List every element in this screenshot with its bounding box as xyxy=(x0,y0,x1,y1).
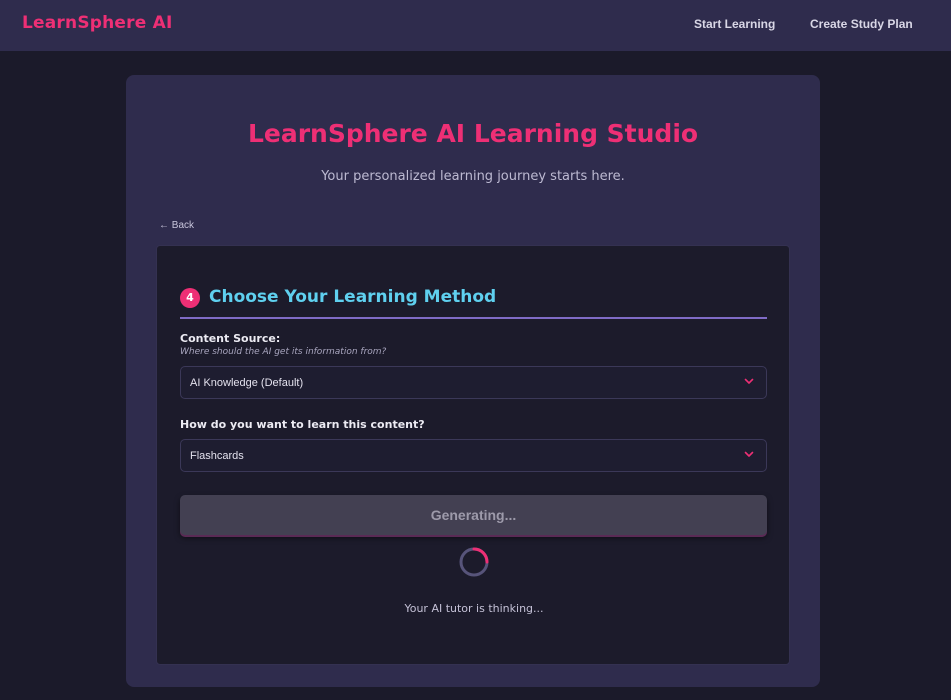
brand-logo[interactable]: LearnSphere AI xyxy=(22,13,172,33)
learn-method-select[interactable]: Flashcards xyxy=(180,439,767,472)
page-title: LearnSphere AI Learning Studio xyxy=(247,119,699,148)
nav-create-study-plan[interactable]: Create Study Plan xyxy=(810,17,913,31)
chevron-down-icon xyxy=(744,451,754,457)
step-number-badge: 4 xyxy=(180,288,200,308)
learn-method-label: How do you want to learn this content? xyxy=(180,418,425,431)
status-text: Your AI tutor is thinking... xyxy=(404,602,544,615)
top-navbar: LearnSphere AI Start Learning Create Stu… xyxy=(0,0,951,51)
back-link[interactable]: ← Back xyxy=(159,220,194,231)
learn-method-value: Flashcards xyxy=(190,450,244,462)
step-header: 4 Choose Your Learning Method xyxy=(180,287,767,319)
content-source-label: Content Source: xyxy=(180,332,281,345)
chevron-down-icon xyxy=(744,378,754,384)
page-subtitle: Your personalized learning journey start… xyxy=(321,169,625,184)
spinner-icon xyxy=(459,547,489,577)
content-source-value: AI Knowledge (Default) xyxy=(190,377,304,389)
method-panel: 4 Choose Your Learning Method Content So… xyxy=(156,245,790,665)
generate-button[interactable]: Generating... xyxy=(180,495,767,535)
step-title: Choose Your Learning Method xyxy=(209,287,497,307)
content-source-hint: Where should the AI get its information … xyxy=(180,347,387,357)
nav-start-learning[interactable]: Start Learning xyxy=(694,17,775,31)
content-source-select[interactable]: AI Knowledge (Default) xyxy=(180,366,767,399)
studio-card: LearnSphere AI Learning Studio Your pers… xyxy=(126,75,820,687)
